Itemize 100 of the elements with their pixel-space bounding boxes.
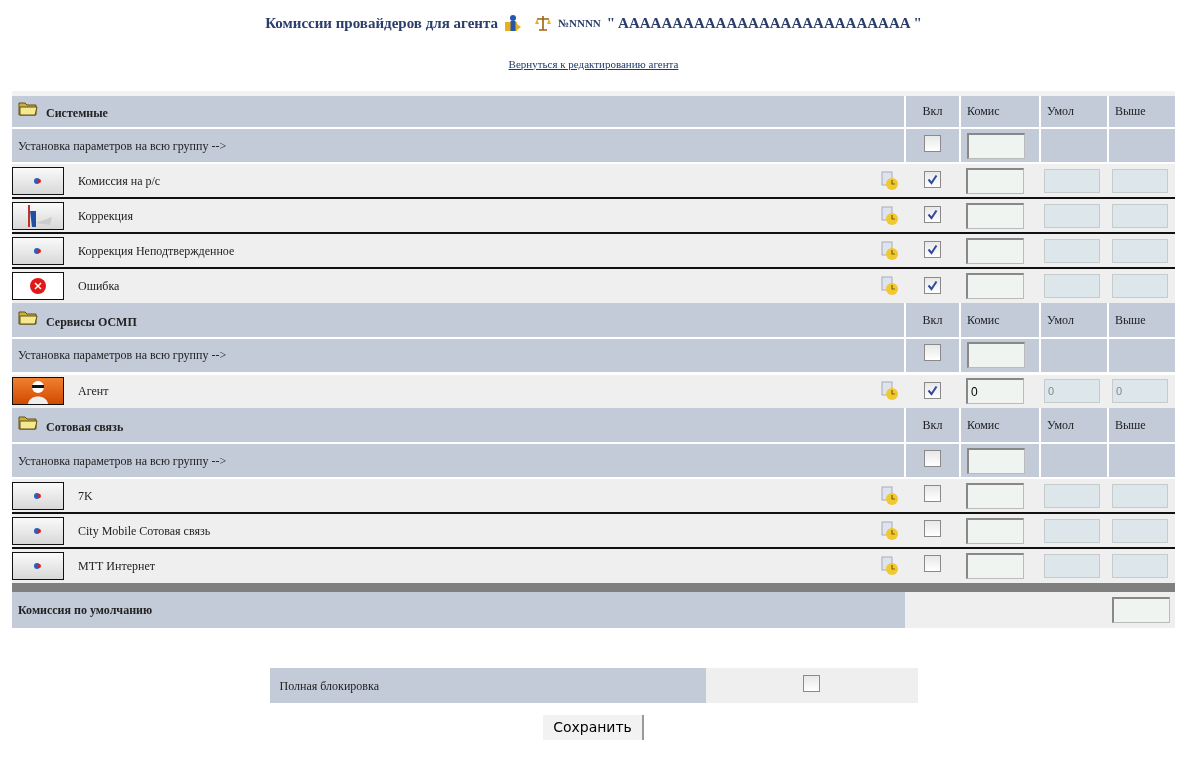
default-commission-field[interactable]	[1112, 597, 1170, 623]
column-header: Умол	[1047, 418, 1074, 432]
provider-name: Коррекция Неподтвержденное	[78, 243, 235, 258]
default-field	[1044, 518, 1100, 543]
error-icon	[29, 277, 47, 295]
column-header: Выше	[1115, 104, 1146, 119]
column-header: Выше	[1115, 418, 1146, 432]
commission-field[interactable]	[966, 482, 1024, 509]
column-header: Вкл	[922, 104, 943, 119]
commission-field[interactable]	[966, 273, 1024, 299]
above-field: 0	[1112, 379, 1168, 404]
column-header: Комис	[967, 313, 1000, 327]
checkbox[interactable]	[924, 484, 941, 502]
clock-icon[interactable]	[881, 485, 899, 506]
page-title: Комиссии провайдеров для агента	[265, 14, 498, 33]
full-block-label: Полная блокировка	[279, 678, 379, 693]
emblem-icon	[33, 245, 43, 256]
clock-icon[interactable]	[881, 240, 899, 261]
above-field	[1112, 203, 1168, 228]
commission-field[interactable]	[967, 447, 1025, 474]
column-header: Умол	[1047, 313, 1074, 327]
default-field	[1044, 274, 1100, 298]
commission-field[interactable]	[967, 132, 1025, 159]
provider-button[interactable]	[12, 166, 64, 195]
clock-icon[interactable]	[881, 276, 899, 297]
folder-icon	[18, 414, 38, 430]
commission-field[interactable]	[966, 237, 1024, 264]
emblem-icon	[33, 490, 43, 501]
group-title: Сотовая связь	[46, 419, 124, 436]
emblem-icon	[33, 525, 43, 536]
clock-icon[interactable]	[881, 170, 899, 191]
clock-icon[interactable]	[881, 520, 899, 541]
commission-field[interactable]	[966, 202, 1024, 229]
provider-button[interactable]	[12, 236, 64, 265]
checkbox[interactable]	[924, 381, 941, 399]
checkbox[interactable]	[924, 276, 941, 294]
commission-field[interactable]	[966, 167, 1024, 194]
default-field	[1044, 483, 1100, 508]
column-header: Вкл	[922, 418, 943, 432]
default-field	[1044, 168, 1100, 193]
provider-name: Ошибка	[78, 279, 120, 293]
commission-field[interactable]	[966, 553, 1024, 579]
provider-button[interactable]	[12, 516, 64, 545]
default-field	[1044, 238, 1100, 263]
default-commission-label: Комиссия по умолчанию	[18, 603, 153, 617]
emblem-icon	[33, 561, 43, 571]
scales-icon[interactable]	[534, 14, 552, 33]
folder-icon	[18, 100, 38, 117]
person-icon[interactable]	[504, 14, 522, 33]
checkbox[interactable]	[924, 134, 941, 152]
provider-name: 7K	[78, 488, 93, 503]
column-header: Вкл	[922, 313, 943, 327]
column-header: Умол	[1047, 104, 1074, 119]
agent-name: " AAAAAAAAAAAAAAAAAAAAAAAAAAA "	[606, 14, 922, 33]
checkbox[interactable]	[924, 241, 941, 258]
provider-button[interactable]	[12, 377, 64, 406]
above-field	[1112, 518, 1168, 543]
agent-number: №NNNN	[558, 16, 601, 31]
clock-icon[interactable]	[881, 381, 899, 402]
default-field	[1044, 554, 1100, 578]
commission-field[interactable]	[967, 342, 1025, 369]
clock-icon[interactable]	[881, 556, 899, 577]
column-header: Комис	[967, 418, 1000, 432]
default-field: 0	[1044, 379, 1100, 404]
group-settings-label: Установка параметров на всю группу -->	[18, 453, 227, 468]
above-field	[1112, 274, 1168, 298]
folder-icon	[18, 309, 38, 325]
above-field	[1112, 483, 1168, 508]
provider-name: Комиссия на р/с	[78, 173, 161, 188]
provider-name: Агент	[78, 384, 109, 399]
checkbox[interactable]	[924, 555, 941, 572]
clock-icon[interactable]	[881, 205, 899, 226]
column-header: Выше	[1115, 313, 1146, 327]
checkbox[interactable]	[924, 519, 941, 537]
emblem-icon	[33, 175, 43, 186]
provider-button[interactable]	[12, 272, 64, 300]
group-settings-label: Установка параметров на всю группу -->	[18, 138, 227, 153]
provider-name: Коррекция	[78, 208, 133, 223]
silhouette-icon	[25, 378, 51, 405]
provider-button[interactable]	[12, 481, 64, 510]
above-field	[1112, 168, 1168, 193]
commission-field[interactable]	[966, 517, 1024, 544]
provider-button[interactable]	[12, 552, 64, 580]
checkbox[interactable]	[803, 674, 820, 692]
above-field	[1112, 554, 1168, 578]
checkbox[interactable]	[924, 449, 941, 467]
checkbox[interactable]	[924, 344, 941, 362]
commission-field[interactable]: 0	[966, 378, 1024, 405]
provider-name: City Mobile Сотовая связь	[78, 523, 211, 538]
provider-name: МТТ Интернет	[78, 559, 155, 573]
group-title: Системные	[46, 105, 108, 123]
above-field	[1112, 238, 1168, 263]
column-header: Комис	[967, 104, 1000, 119]
provider-button[interactable]	[12, 201, 64, 230]
save-button[interactable]: Сохранить	[543, 715, 644, 740]
checkbox[interactable]	[924, 171, 941, 188]
back-link[interactable]: Вернуться к редактированию агента	[508, 57, 679, 70]
default-field	[1044, 203, 1100, 228]
group-settings-label: Установка параметров на всю группу -->	[18, 348, 227, 363]
checkbox[interactable]	[924, 206, 941, 223]
